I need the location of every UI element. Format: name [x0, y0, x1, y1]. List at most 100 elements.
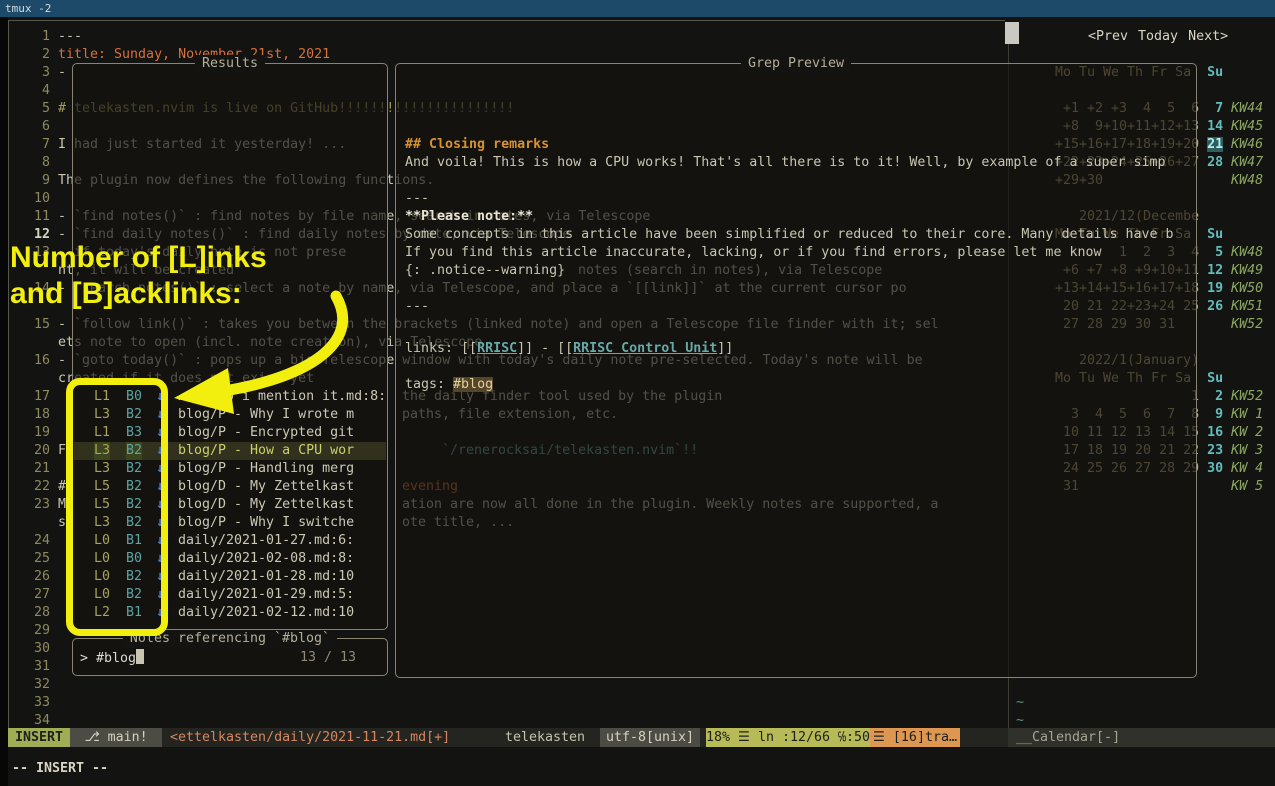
- calendar-gap: [1223, 443, 1231, 458]
- results-window-title: Results: [195, 55, 265, 73]
- git-branch: ⎇ main!: [70, 728, 162, 747]
- calendar-gap: [1199, 479, 1207, 494]
- calendar-gap: [1199, 137, 1207, 152]
- preview-line: **Please note:**: [405, 208, 533, 226]
- cursor-position: 18% ☰ ln :12/66 ℅:50: [706, 728, 870, 747]
- line-number: 20: [28, 442, 50, 460]
- calendar-gap: [1223, 101, 1231, 116]
- calendar-next-button[interactable]: Next>: [1188, 29, 1228, 44]
- calendar-sunday[interactable]: 23: [1207, 443, 1223, 458]
- calendar-sunday[interactable]: 2: [1207, 389, 1223, 404]
- preview-line: And voila! This is how a CPU works! That…: [405, 154, 1166, 172]
- calendar-gap: [1223, 461, 1231, 476]
- result-count: 13 / 13: [300, 649, 356, 667]
- calendar-gap: [1223, 317, 1231, 332]
- calendar-gap: [1199, 209, 1207, 224]
- scrollbar-thumb[interactable]: [1005, 22, 1019, 44]
- calendar-sunday[interactable]: [1207, 479, 1223, 494]
- preview-text: **Please note:**: [405, 209, 533, 224]
- result-filename: …ere do i mention it.md:8:: [178, 388, 386, 406]
- calendar-gap: [1223, 173, 1231, 188]
- calendar-gap: [1199, 425, 1207, 440]
- terminal-titlebar: tmux -2: [0, 0, 1275, 17]
- calendar-gap: [1223, 263, 1231, 278]
- calendar-gap: [1199, 353, 1207, 368]
- calendar-gap: [1199, 65, 1207, 80]
- calendar-today-button[interactable]: Today: [1138, 29, 1178, 44]
- calendar-gap: [1199, 371, 1207, 386]
- calendar-sunday[interactable]: [1207, 173, 1223, 188]
- calendar-sunday[interactable]: 5: [1207, 245, 1223, 260]
- calendar-prev-button[interactable]: <Prev: [1088, 29, 1128, 44]
- result-filename: daily/2021-02-08.md:8:: [178, 550, 354, 568]
- line-number: 4: [28, 82, 50, 100]
- preview-line: tags: #blog: [405, 376, 493, 394]
- preview-text: And voila! This is how a CPU works! That…: [405, 155, 1166, 170]
- file-path: <ettelkasten/daily/2021-11-21.md[+]: [170, 728, 450, 747]
- calendar-sunday[interactable]: 16: [1207, 425, 1223, 440]
- calendar-gap: [1199, 173, 1207, 188]
- line-number: 11: [28, 208, 50, 226]
- preview-line: Some concepts in this article have been …: [405, 226, 1174, 244]
- result-filename: blog/P - Why I wrote m: [178, 406, 354, 424]
- preview-line: {: .notice--warning}: [405, 262, 565, 280]
- calendar-sunday[interactable]: [1207, 353, 1223, 368]
- line-number: 29: [28, 622, 50, 640]
- calendar-sunday[interactable]: Su: [1207, 65, 1223, 80]
- calendar-gap: [1199, 263, 1207, 278]
- calendar-gap: [1223, 407, 1231, 422]
- calendar-sunday[interactable]: [1207, 317, 1223, 332]
- line-number: 3: [28, 64, 50, 82]
- calendar-gap: [1223, 353, 1231, 368]
- calendar-sunday[interactable]: [1207, 209, 1223, 224]
- calendar-week-number: KW 5: [1231, 479, 1263, 494]
- preview-line: ## Closing remarks: [405, 136, 549, 154]
- preview-window-title: Grep Preview: [741, 55, 851, 73]
- command-line-mode: -- INSERT --: [12, 760, 108, 778]
- calendar-gap: [1223, 227, 1231, 242]
- buffer-text: M: [58, 496, 66, 514]
- calendar-week-number: KW49: [1231, 263, 1263, 278]
- calendar-week-number: KW 3: [1231, 443, 1263, 458]
- calendar-week-number: KW 1: [1231, 407, 1263, 422]
- prompt-input[interactable]: > #blog: [80, 649, 144, 667]
- calendar-gap: [1223, 65, 1231, 80]
- preview-text: links: [[: [405, 341, 477, 356]
- calendar-gap: [1199, 407, 1207, 422]
- result-filename: daily/2021-02-12.md:10: [178, 604, 354, 622]
- calendar-nav: <Prev Today Next>: [1088, 28, 1238, 46]
- calendar-sunday[interactable]: Su: [1207, 371, 1223, 386]
- calendar-sunday[interactable]: 12: [1207, 263, 1223, 278]
- calendar-gap: [1199, 227, 1207, 242]
- calendar-gap: [1223, 389, 1231, 404]
- calendar-gap: [1199, 245, 1207, 260]
- calendar-gap: [1223, 209, 1231, 224]
- line-number: 19: [28, 424, 50, 442]
- preview-line: links: [[RRISC]] - [[RRISC Control Unit]…: [405, 340, 733, 358]
- calendar-sunday[interactable]: 9: [1207, 407, 1223, 422]
- line-number: 32: [28, 676, 50, 694]
- empty-line-indicator: ~: [1016, 694, 1024, 712]
- calendar-today[interactable]: 21: [1207, 137, 1223, 152]
- calendar-sunday[interactable]: 30: [1207, 461, 1223, 476]
- calendar-sunday[interactable]: 7: [1207, 101, 1223, 116]
- result-filename: blog/P - Handling merg: [178, 460, 354, 478]
- calendar-week-number: KW52: [1231, 317, 1263, 332]
- wiki-link[interactable]: RRISC: [477, 341, 517, 356]
- wiki-link[interactable]: RRISC Control Unit: [573, 341, 717, 356]
- calendar-sunday[interactable]: 28: [1207, 155, 1223, 170]
- calendar-sunday[interactable]: 14: [1207, 119, 1223, 134]
- result-filename: daily/2021-01-27.md:6:: [178, 532, 354, 550]
- preview-text: tags:: [405, 377, 453, 392]
- annotation-highlight-box: [66, 378, 168, 636]
- preview-line: ---: [405, 298, 429, 316]
- calendar-week-number: KW44: [1231, 101, 1263, 116]
- calendar-sunday[interactable]: Su: [1207, 227, 1223, 242]
- calendar-sunday[interactable]: 26: [1207, 299, 1223, 314]
- text-cursor: [136, 649, 144, 664]
- buffer-text: F: [58, 442, 66, 460]
- line-number: 15: [28, 316, 50, 334]
- buffer-line: 2title: Sunday, November 21st, 2021: [0, 46, 1275, 64]
- calendar-sunday[interactable]: 19: [1207, 281, 1223, 296]
- line-number: 31: [28, 658, 50, 676]
